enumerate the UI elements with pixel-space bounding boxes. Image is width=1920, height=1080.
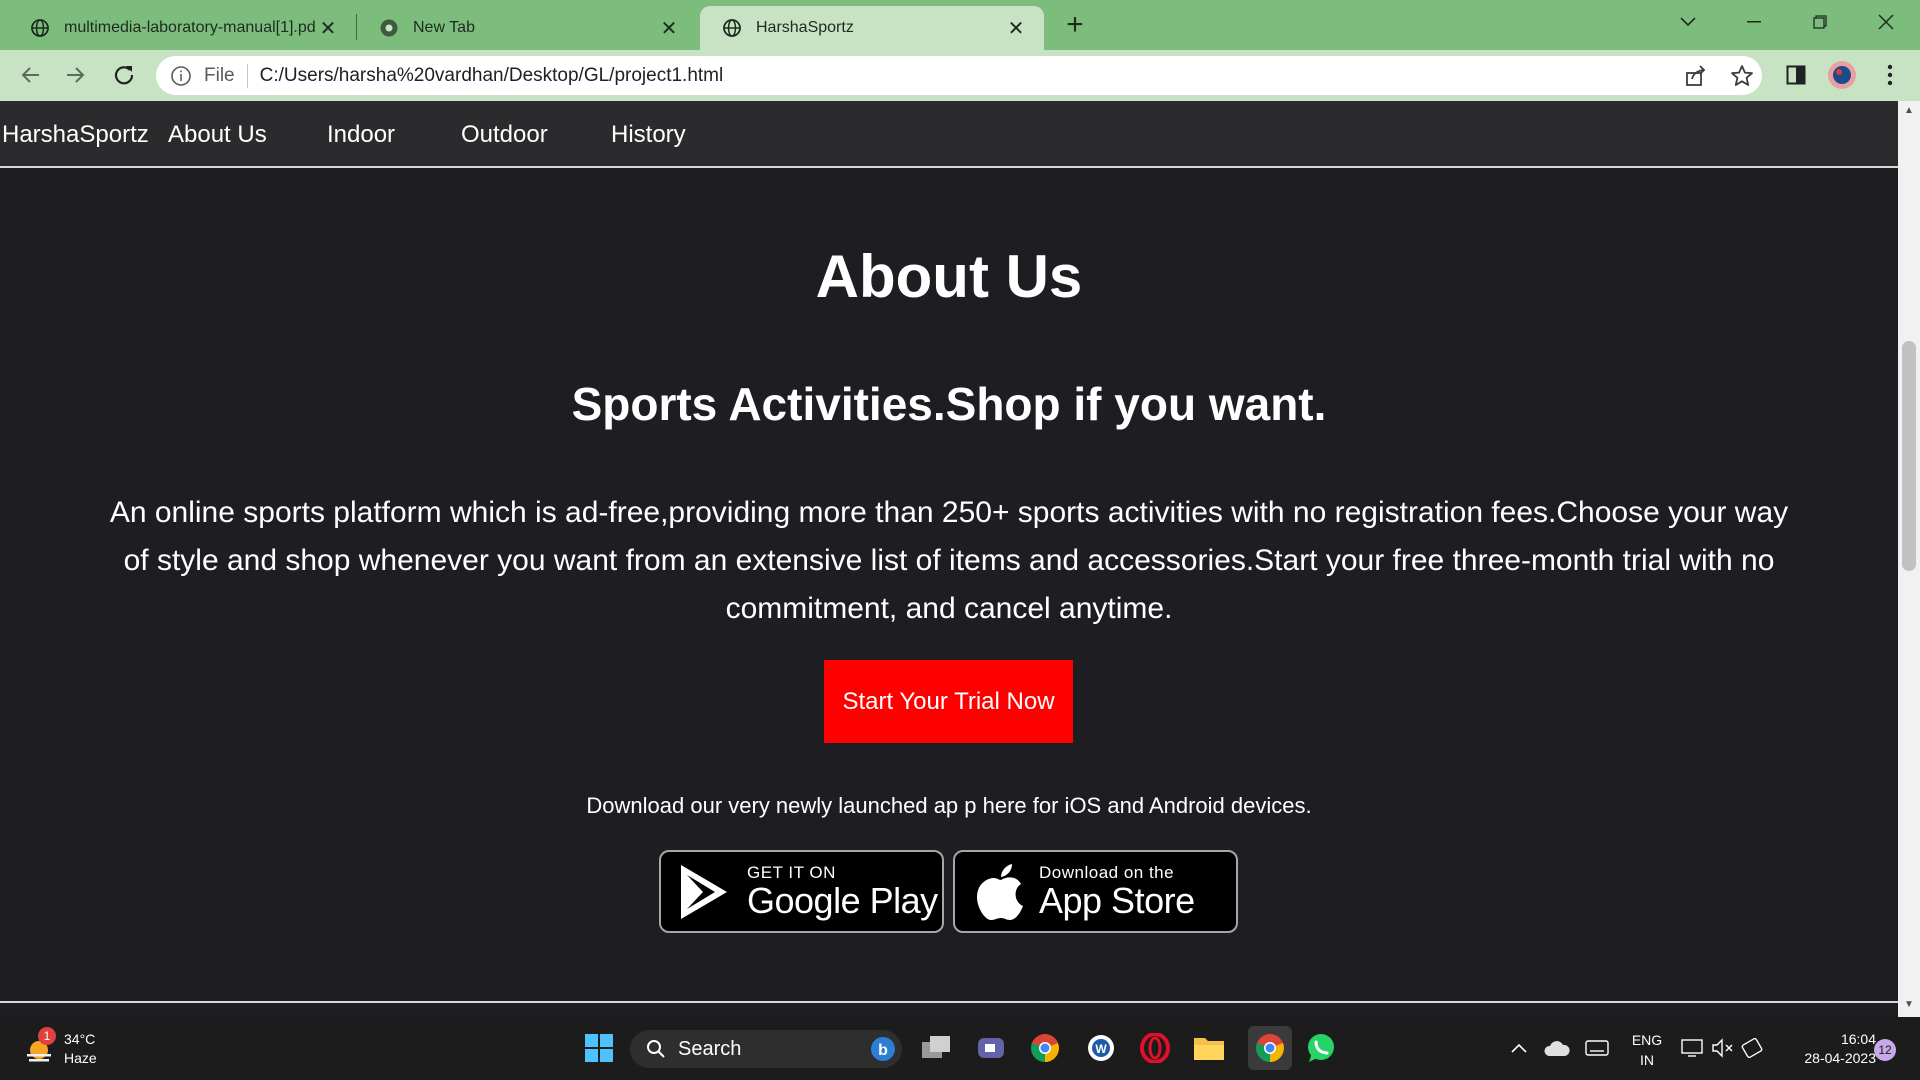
page-content: HarshaSportz About Us Indoor Outdoor His… <box>0 101 1898 1003</box>
url-text[interactable]: C:/Users/harsha%20vardhan/Desktop/GL/pro… <box>260 65 724 87</box>
url-divider <box>246 63 248 88</box>
chrome-active-icon[interactable] <box>1248 1026 1292 1070</box>
new-tab-button[interactable]: + <box>1060 8 1090 41</box>
close-icon[interactable]: ✕ <box>1004 16 1028 40</box>
download-text: Download our very newly launched ap p he… <box>586 793 1312 818</box>
teams-icon[interactable] <box>972 1029 1010 1067</box>
hero-description: An online sports platform which is ad-fr… <box>109 496 1789 625</box>
more-menu-icon[interactable] <box>1874 59 1906 91</box>
nav-link-outdoor[interactable]: Outdoor <box>461 121 548 149</box>
url-scheme: File <box>204 64 235 86</box>
globe-icon <box>31 19 49 37</box>
page-scrollbar[interactable]: ▲ ▼ <box>1898 101 1920 1017</box>
scroll-thumb[interactable] <box>1902 341 1916 571</box>
scroll-down-icon[interactable]: ▼ <box>1902 999 1916 1013</box>
lang-line1[interactable]: ENG <box>1630 1032 1664 1048</box>
task-view-icon[interactable] <box>918 1029 956 1067</box>
windows-taskbar: 1 34°C Haze Search b W ENG IN 16:04 28-0… <box>0 1017 1920 1080</box>
tab-title: New Tab <box>413 19 475 36</box>
close-window-icon[interactable] <box>1864 8 1908 36</box>
weather-temp: 34°C <box>64 1031 96 1047</box>
nav-link-indoor[interactable]: Indoor <box>327 121 395 149</box>
lang-line2[interactable]: IN <box>1630 1052 1664 1068</box>
apple-badge-small-text: Download on the <box>1039 862 1175 882</box>
reload-icon[interactable] <box>108 59 140 91</box>
apple-badge-big-text: App Store <box>1039 879 1195 921</box>
info-icon[interactable] <box>170 65 192 87</box>
tab-title: HarshaSportz <box>756 19 854 36</box>
opera-icon[interactable] <box>1136 1029 1174 1067</box>
tab-search-icon[interactable] <box>1666 8 1710 36</box>
chevron-up-icon[interactable] <box>1500 1029 1538 1067</box>
battery-icon[interactable] <box>1734 1029 1772 1067</box>
svg-text:b: b <box>878 1042 888 1059</box>
file-explorer-icon[interactable] <box>1190 1029 1228 1067</box>
profile-avatar[interactable] <box>1826 59 1858 91</box>
scroll-up-icon[interactable]: ▲ <box>1902 105 1916 119</box>
taskbar-search[interactable]: Search b <box>630 1030 902 1068</box>
onedrive-icon[interactable] <box>1538 1029 1576 1067</box>
notification-badge[interactable]: 12 <box>1874 1039 1896 1061</box>
back-icon[interactable] <box>14 59 46 91</box>
whatsapp-icon[interactable] <box>1302 1029 1340 1067</box>
address-bar[interactable]: File C:/Users/harsha%20vardhan/Desktop/G… <box>156 56 1762 95</box>
app-w-icon[interactable]: W <box>1082 1029 1120 1067</box>
tab-new-tab[interactable]: New Tab ✕ <box>357 6 697 50</box>
chrome-icon[interactable] <box>1026 1029 1064 1067</box>
nav-link-history[interactable]: History <box>611 121 686 149</box>
app-store-badge[interactable]: Download on the App Store <box>953 850 1238 933</box>
tab-pdf[interactable]: multimedia-laboratory-manual[1].pdf ✕ <box>8 6 356 50</box>
search-label: Search <box>678 1037 742 1060</box>
hero-title: About Us <box>815 243 1083 310</box>
svg-text:W: W <box>1095 1042 1107 1056</box>
side-panel-icon[interactable] <box>1780 59 1812 91</box>
google-play-badge[interactable]: GET IT ON Google Play <box>659 850 944 933</box>
tab-harshasportz[interactable]: HarshaSportz ✕ <box>700 6 1044 50</box>
share-icon[interactable] <box>1684 64 1708 88</box>
restore-icon[interactable] <box>1798 8 1842 36</box>
weather-badge: 1 <box>38 1027 56 1045</box>
bookmark-star-icon[interactable] <box>1730 64 1754 88</box>
google-badge-big-text: Google Play <box>747 879 938 921</box>
minimize-icon[interactable] <box>1732 8 1776 36</box>
close-icon[interactable]: ✕ <box>316 16 340 40</box>
clock-time[interactable]: 16:04 <box>1776 1031 1876 1047</box>
globe-icon <box>723 19 741 37</box>
bing-icon: b <box>871 1037 895 1061</box>
browser-toolbar: File C:/Users/harsha%20vardhan/Desktop/G… <box>0 50 1920 101</box>
hero-subtitle: Sports Activities.Shop if you want. <box>571 378 1327 430</box>
weather-condition: Haze <box>64 1050 97 1066</box>
chrome-icon <box>380 19 398 37</box>
keyboard-icon[interactable] <box>1578 1029 1616 1067</box>
google-badge-small-text: GET IT ON <box>747 862 836 882</box>
browser-tab-bar: multimedia-laboratory-manual[1].pdf ✕ Ne… <box>0 0 1920 50</box>
search-icon <box>647 1040 665 1058</box>
footer-divider <box>0 1001 1898 1003</box>
start-trial-button[interactable]: Start Your Trial Now <box>824 660 1073 743</box>
forward-icon[interactable] <box>60 59 92 91</box>
tab-title: multimedia-laboratory-manual[1].pdf <box>64 19 316 36</box>
apple-icon <box>977 863 1023 920</box>
google-play-icon <box>681 864 727 919</box>
site-navbar: HarshaSportz About Us Indoor Outdoor His… <box>0 101 1898 168</box>
nav-brand[interactable]: HarshaSportz <box>2 121 149 149</box>
close-icon[interactable]: ✕ <box>657 16 681 40</box>
nav-link-about-us[interactable]: About Us <box>168 121 267 149</box>
clock-date[interactable]: 28-04-2023 <box>1776 1050 1876 1066</box>
windows-start-icon[interactable] <box>580 1029 618 1067</box>
